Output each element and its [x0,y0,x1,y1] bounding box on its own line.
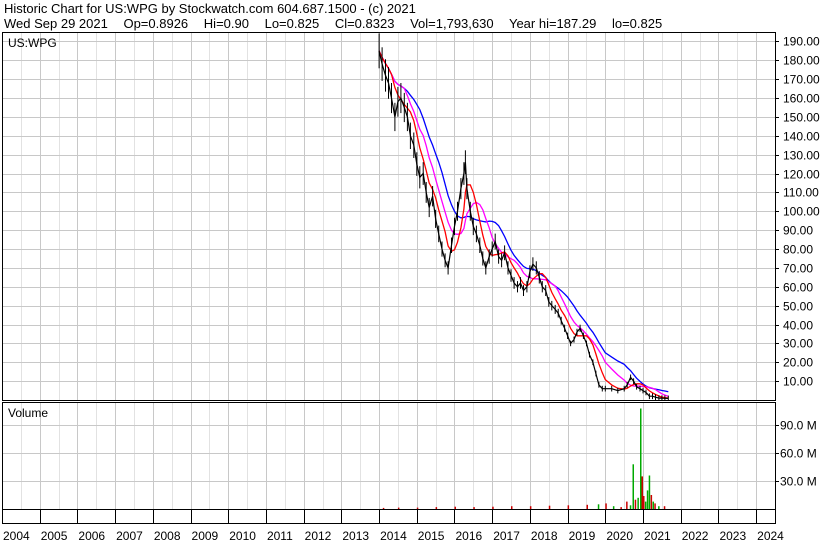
price-tick-label: 170.00 [783,73,820,87]
volume-bar [416,507,419,509]
year-tick-label: 2010 [229,529,256,543]
volume-bar [511,506,513,509]
year-tick-label: 2008 [154,529,181,543]
volume-bar [382,507,385,509]
volume-bar [612,506,615,509]
volume-bars [382,408,666,509]
price-tick-label: 100.00 [783,205,820,219]
volume-tick-label: 90.0 M [780,419,817,433]
price-tick-label: 50.00 [783,300,813,314]
volume-panel-border [2,402,776,510]
volume-bar [473,507,475,509]
year-tick-label: 2007 [116,529,143,543]
year-tick-label: 2022 [682,529,709,543]
volume-bar [650,495,653,509]
volume-bar [548,505,551,509]
price-tick-label: 150.00 [783,111,820,125]
volume-bar [644,501,647,509]
year-tick-label: 2018 [531,529,558,543]
year-tick-label: 2015 [418,529,445,543]
volume-bar [435,507,438,509]
price-tick-label: 130.00 [783,149,820,163]
volume-bar [654,503,656,509]
year-tick-label: 2017 [493,529,520,543]
volume-tick-label: 60.0 M [780,447,817,461]
volume-bar [652,501,654,509]
price-tick-label: 110.00 [783,186,819,200]
stock-chart: 10.00 20.00 30.00 40.00 50.00 60.00 70.00 80.00… [2,32,820,543]
price-tick-label: 30.00 [783,337,813,351]
year-tick-label: 2021 [644,529,671,543]
axis-labels: 10.00 20.00 30.00 40.00 50.00 60.00 70.00 80.00… [3,35,820,543]
volume-bar [648,475,651,509]
price-tick-label: 160.00 [783,92,820,106]
volume-bar [646,490,649,509]
volume-bar [597,504,600,509]
volume-bar [632,464,634,509]
volume-bar [454,506,456,509]
volume-bar [620,507,622,509]
volume-bar [567,505,570,509]
price-tick-label: 80.00 [783,243,813,257]
volume-bar [634,499,637,509]
volume-bar [626,501,628,509]
volume-bar [397,507,400,509]
year-tick-label: 2009 [192,529,219,543]
volume-tick-label: 30.0 M [780,475,817,489]
year-tick-label: 2024 [757,529,784,543]
time-axis-border [2,509,776,524]
year-tick-label: 2013 [342,529,369,543]
price-tick-label: 70.00 [783,262,813,276]
year-tick-label: 2020 [606,529,633,543]
volume-bar [605,503,607,509]
grid [2,32,775,509]
year-tick-label: 2006 [78,529,105,543]
price-tick-label: 180.00 [783,54,820,68]
volume-bar [641,476,643,509]
price-tick-label: 140.00 [783,130,820,144]
price-tick-label: 190.00 [783,35,820,49]
price-tick-label: 120.00 [783,168,820,182]
price-tick-label: 90.00 [783,224,813,238]
price-tick-label: 60.00 [783,281,813,295]
price-tick-label: 40.00 [783,319,813,333]
volume-bar [637,497,639,509]
volume-label: Volume [8,406,48,420]
year-tick-label: 2004 [3,529,30,543]
volume-bar [658,506,660,509]
volume-bar [529,506,532,509]
year-tick-label: 2016 [455,529,482,543]
symbol-label: US:WPG [8,36,57,50]
year-tick-label: 2023 [719,529,746,543]
price-tick-label: 20.00 [783,356,813,370]
volume-bar [663,506,666,509]
year-tick-label: 2019 [569,529,596,543]
volume-bar [640,408,642,509]
year-tick-label: 2005 [41,529,68,543]
volume-bar [586,504,588,509]
volume-bar [643,496,645,509]
volume-bar [629,505,632,509]
year-tick-label: 2014 [380,529,407,543]
year-tick-label: 2011 [267,529,293,543]
year-tick-label: 2012 [305,529,332,543]
volume-bar [492,506,494,509]
price-tick-label: 10.00 [783,375,813,389]
